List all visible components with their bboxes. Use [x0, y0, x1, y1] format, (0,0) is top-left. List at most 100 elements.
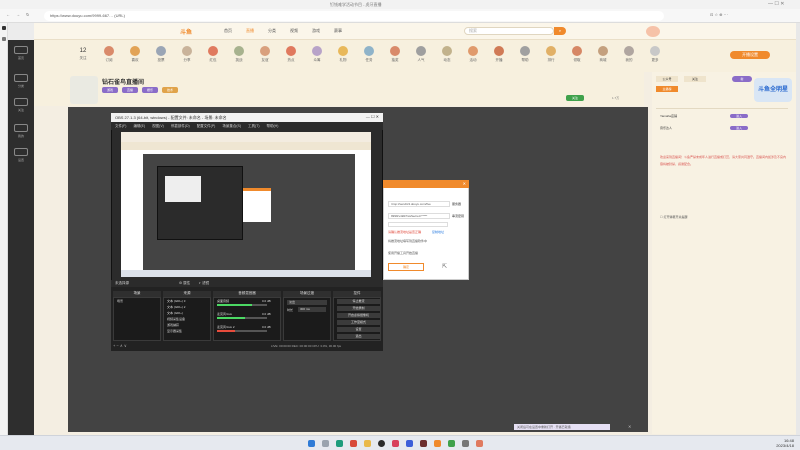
obs-menu-item[interactable]: 场景集合(S) [222, 124, 241, 129]
obs-preview[interactable] [121, 132, 371, 277]
rank-item-name[interactable]: Yamaha店铺 [660, 114, 677, 118]
toolbar-item[interactable]: 我的 [616, 46, 642, 63]
studio-mode-button[interactable]: 工作室模式 [337, 320, 380, 325]
toolbar-item[interactable]: 喜欢 [122, 46, 148, 63]
room-tag[interactable]: 直播 [122, 87, 139, 93]
url-input[interactable]: https://www.douyu.com/9999-667… (URL) [44, 11, 664, 21]
user-icon[interactable] [14, 124, 28, 132]
obs-menu-item[interactable]: 帮助(H) [267, 124, 279, 129]
toolbar-item[interactable]: 领取 [564, 46, 590, 63]
nav-item[interactable]: 直播 [246, 28, 254, 34]
obs-menu-item[interactable]: 停靠部件(D) [171, 124, 190, 129]
rank-item-name[interactable]: 音乐达人 [660, 126, 672, 130]
properties-button[interactable]: ⚙ 属性 [179, 281, 190, 286]
settings-button[interactable]: 设置 [337, 327, 380, 332]
scene-item[interactable]: 场景 [114, 298, 160, 304]
chat-tab[interactable]: 主播榜 [656, 86, 678, 92]
obs-menu-item[interactable]: 编辑(E) [133, 124, 145, 129]
reload-icon[interactable]: ↻ [26, 12, 29, 17]
stream-key-field[interactable]: 9999rv4kfk?wsSecret=***** [388, 213, 450, 219]
search-icon[interactable]: ⌕ [554, 27, 566, 35]
room-tag[interactable]: 娱乐 [142, 87, 159, 93]
tip-close-icon[interactable]: ✕ [628, 424, 631, 429]
notice-checkbox[interactable]: ☐ 打开弹幕开关提醒 [660, 215, 688, 219]
home-icon[interactable] [14, 46, 28, 54]
transition-select[interactable]: 淡出 [287, 300, 327, 305]
obs-window-controls[interactable]: — ☐ ✕ [366, 114, 379, 119]
nav-item[interactable]: 首页 [224, 28, 232, 34]
edge-icon[interactable] [336, 440, 343, 447]
room-tag[interactable]: 技术 [162, 87, 179, 93]
game-icon[interactable] [420, 440, 427, 447]
extensions-icon[interactable]: ⊡ ☆ ⊕ ⋯ [710, 12, 728, 17]
music-icon[interactable] [392, 440, 399, 447]
video-icon[interactable] [406, 440, 413, 447]
toolbar-item[interactable]: 热点 [278, 46, 304, 63]
room-avatar[interactable] [70, 76, 98, 104]
obs-menu-item[interactable]: 视图(V) [152, 124, 164, 129]
obs-menu-item[interactable]: 配置文件(P) [197, 124, 216, 129]
toolbar-item[interactable]: 订阅 [96, 46, 122, 63]
app-icon[interactable] [2, 26, 6, 30]
obs-menu-item[interactable]: 文件(F) [115, 124, 126, 129]
stop-streaming-button[interactable]: 停止推流 [337, 299, 380, 304]
toolbar-item[interactable]: 任务 [356, 46, 382, 63]
toolbar-item[interactable]: 人气 [408, 46, 434, 63]
search-input[interactable]: 搜索 [464, 27, 554, 35]
forward-icon[interactable]: → [16, 12, 20, 17]
follow-count[interactable]: 12 关注 [70, 46, 96, 61]
window-controls[interactable]: — ☐ ✕ [768, 1, 784, 7]
chat-tab[interactable]: 关注 [684, 76, 706, 82]
duration-input[interactable]: 300 ms [298, 307, 326, 312]
toolbar-item[interactable]: 挑战 [226, 46, 252, 63]
toolbar-item[interactable]: 分享 [174, 46, 200, 63]
mail-icon[interactable] [476, 440, 483, 447]
toolbar-item[interactable]: 投票 [148, 46, 174, 63]
search-icon[interactable] [322, 440, 329, 447]
virtual-camera-button[interactable]: 开启虚拟摄像机 [337, 313, 380, 318]
close-icon[interactable]: ✕ [463, 181, 466, 186]
toolbar-item[interactable]: 商城 [590, 46, 616, 63]
toolbar-item[interactable]: 更多 [642, 46, 668, 63]
obs-menu-item[interactable]: 工具(T) [248, 124, 259, 129]
toolbar-item[interactable]: 排行 [538, 46, 564, 63]
clock[interactable]: 16:48 2023/4/18 [760, 438, 794, 448]
toolbar-item[interactable]: 抽奖 [382, 46, 408, 63]
rank-item-tag[interactable]: 进入 [730, 126, 749, 130]
back-icon[interactable]: ← [6, 12, 10, 17]
nav-item[interactable]: 赛事 [334, 28, 342, 34]
toolbar-item[interactable]: 开播 [486, 46, 512, 63]
settings-icon[interactable] [462, 440, 469, 447]
toolbar-item[interactable]: 活动 [460, 46, 486, 63]
toolbar-item[interactable]: 红包 [200, 46, 226, 63]
dock-add-remove[interactable]: + − ∧ ∨ [113, 343, 127, 348]
category-icon[interactable] [14, 74, 28, 82]
promo-banner[interactable]: 斗鱼全明星 [754, 78, 792, 102]
chat-tab[interactable]: 公众号 [656, 76, 678, 82]
broadcast-settings-button[interactable]: 开播设置 [730, 51, 770, 59]
rank-item-tag[interactable]: 进入 [730, 114, 749, 118]
nav-item[interactable]: 视频 [290, 28, 298, 34]
confirm-button[interactable]: 确定 [388, 263, 424, 271]
site-logo[interactable]: 斗鱼 [180, 27, 192, 36]
windows-icon[interactable] [308, 440, 315, 447]
source-item[interactable]: 显示器采集 [164, 328, 210, 334]
chrome-icon[interactable] [350, 440, 357, 447]
toolbar-item[interactable]: 帮助 [512, 46, 538, 63]
gear-icon[interactable] [14, 148, 28, 156]
toolbar-item[interactable]: 友谊 [252, 46, 278, 63]
store-icon[interactable] [448, 440, 455, 447]
toolbar-item[interactable]: 动态 [434, 46, 460, 63]
follow-button[interactable]: 关注 [566, 95, 585, 101]
follow-icon[interactable] [14, 98, 28, 106]
filters-button[interactable]: ◐ 滤镜 [199, 281, 209, 286]
toolbar-item[interactable]: 礼物 [330, 46, 356, 63]
server-field[interactable]: rtmp://sendtc3.douyu.com/live [388, 201, 450, 207]
copy-link[interactable]: 复制地址 [432, 230, 444, 234]
bookmark-icon[interactable] [2, 37, 6, 41]
page-scrollbar[interactable] [796, 23, 800, 435]
dialog-select[interactable] [388, 222, 448, 227]
folder-icon[interactable] [364, 440, 371, 447]
obs-icon[interactable] [378, 440, 385, 447]
toolbar-item[interactable]: 众筹 [304, 46, 330, 63]
